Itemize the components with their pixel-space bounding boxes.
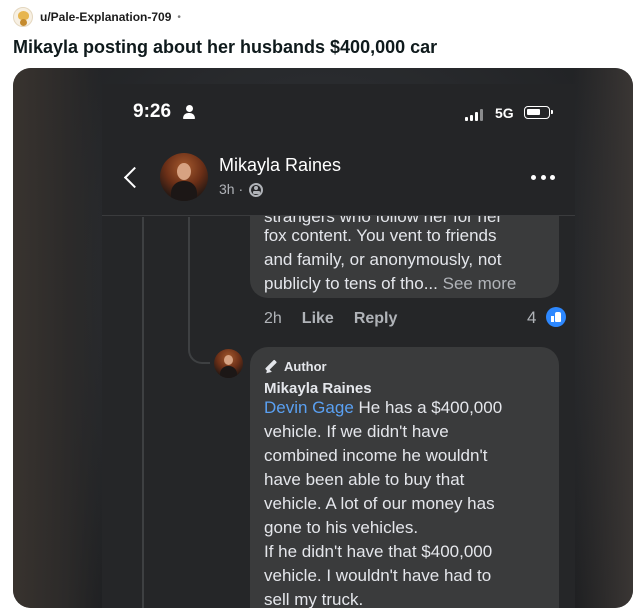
author-badge: Author [264, 359, 327, 374]
author-label: Author [284, 359, 327, 374]
see-more-link[interactable]: See more [443, 274, 517, 293]
blurred-background-right [573, 68, 633, 608]
globe-icon [249, 183, 263, 197]
like-icon[interactable] [546, 307, 566, 327]
profile-avatar[interactable] [160, 153, 208, 201]
reply-text-line: gone to his vehicles. [264, 518, 419, 537]
like-button[interactable]: Like [302, 310, 334, 328]
pen-icon [264, 359, 279, 374]
separator-dot: • [177, 11, 181, 23]
user-avatar[interactable] [13, 7, 33, 27]
thread-line-outer [142, 217, 144, 608]
comment-time: 2h [264, 310, 282, 327]
reply-text-line: If he didn't have that $400,000 [264, 542, 493, 561]
reply-text-line: vehicle. A lot of our money has [264, 494, 495, 513]
reply-text-line: Devin Gage He has a $400,000 [264, 398, 502, 418]
reply-text-line: combined income he wouldn't [264, 446, 488, 465]
reply-author-name[interactable]: Mikayla Raines [264, 380, 372, 397]
like-count[interactable]: 4 [527, 308, 536, 328]
thread-connector [188, 332, 210, 364]
person-icon [183, 105, 195, 119]
comment-text-line: and family, or anonymously, not [264, 250, 502, 269]
reply-avatar[interactable] [214, 349, 243, 378]
post-nav-bar: Mikayla Raines 3h · [102, 140, 575, 216]
comment-bubble[interactable]: strangers who follow her for her fox con… [250, 216, 559, 298]
reply-text-line: sell my truck. [264, 590, 364, 608]
post-header: u/Pale-Explanation-709 • [13, 6, 181, 28]
comment-text-truncated: publicly to tens of tho... [264, 274, 438, 293]
comment-text-line: publicly to tens of tho... See more [264, 274, 516, 294]
more-icon[interactable] [531, 175, 555, 181]
username[interactable]: u/Pale-Explanation-709 [40, 10, 171, 24]
post-image[interactable]: 9:26 5G Mikayla Raines 3h · strangers wh… [13, 68, 633, 608]
mention-link[interactable]: Devin Gage [264, 398, 354, 417]
battery-icon [524, 106, 553, 119]
reply-button[interactable]: Reply [354, 310, 398, 328]
phone-screenshot: 9:26 5G Mikayla Raines 3h · strangers wh… [102, 84, 575, 608]
reply-text-line: have been able to buy that [264, 470, 465, 489]
blurred-background-left [13, 68, 103, 608]
reply-bubble[interactable]: Author Mikayla Raines Devin Gage He has … [250, 347, 559, 608]
back-icon[interactable] [122, 166, 138, 190]
signal-icon [465, 109, 485, 121]
network-label: 5G [495, 105, 514, 121]
comment-actions: 2h Like Reply [264, 310, 397, 328]
reply-text-line: vehicle. I wouldn't have had to [264, 566, 492, 585]
reply-text: He has a $400,000 [353, 398, 503, 417]
post-time: 3h · [219, 181, 244, 197]
profile-name[interactable]: Mikayla Raines [219, 155, 341, 176]
reply-text-line: vehicle. If we didn't have [264, 422, 449, 441]
post-title[interactable]: Mikayla posting about her husbands $400,… [13, 37, 437, 58]
thread-line-inner [188, 217, 190, 333]
comment-text-line: fox content. You vent to friends [264, 226, 497, 245]
status-bar: 9:26 5G [102, 84, 575, 140]
status-time: 9:26 [133, 101, 172, 122]
